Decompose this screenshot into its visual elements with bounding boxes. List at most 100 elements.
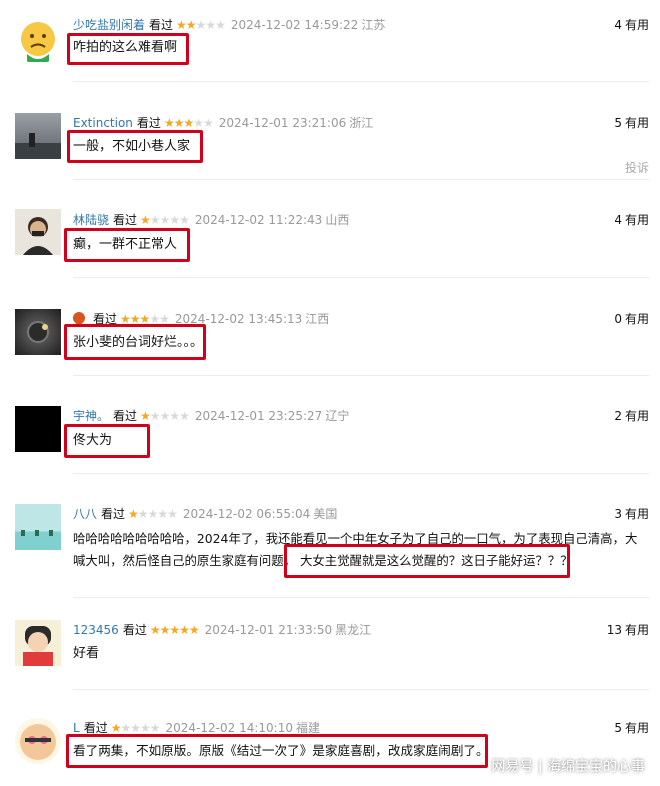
rating-stars: ★★★★★ (140, 213, 190, 227)
star-filled-icon: ★ (163, 116, 175, 130)
watched-label: 看过 (113, 213, 138, 227)
star-filled-icon: ★ (149, 623, 161, 637)
useful-count: 5 (614, 721, 622, 735)
cartoon-avatar-icon (20, 724, 56, 760)
comment-time: 2024-12-02 14:10:10 (165, 721, 293, 735)
comment-meta: 宇神。 看过 ★★★★★ 2024-12-01 23:25:27 辽宁 (73, 408, 349, 424)
username-link[interactable]: 林陆骁 (73, 213, 109, 227)
useful-count: 5 (614, 116, 622, 130)
username-link[interactable]: 少吃盐别闲着 (73, 18, 145, 32)
comment-item: 宇神。 看过 ★★★★★ 2024-12-01 23:25:27 辽宁 2 有用 佟大为 (0, 376, 660, 474)
rating-stars: ★★★★★ (140, 409, 190, 423)
useful-vote[interactable]: 2 有用 (614, 408, 649, 424)
dark-photo-avatar-icon (27, 321, 49, 343)
useful-vote[interactable]: 4 有用 (614, 212, 649, 228)
highlight-box (284, 544, 570, 578)
person-avatar-icon (23, 217, 53, 255)
star-empty-icon: ★ (130, 721, 141, 735)
comment-location: 辽宁 (325, 409, 350, 423)
comment-time: 2024-12-02 14:59:22 (230, 18, 359, 32)
comment-content: 好看 (73, 646, 100, 661)
comment-meta: 林陆骁 看过 ★★★★★ 2024-12-02 11:22:43 山西 (73, 212, 349, 228)
comment-location: 黑龙江 (335, 623, 372, 637)
useful-label: 有用 (624, 721, 649, 735)
comment-item: 看过 ★★★★★ 2024-12-02 13:45:13 江西 0 有用 张小斐的台词好… (0, 278, 660, 376)
star-filled-icon: ★ (185, 18, 197, 32)
username-link[interactable]: Extinction (73, 116, 133, 130)
useful-count: 13 (606, 623, 622, 637)
comment-meta: 少吃盐别闲着 看过 ★★★★★ 2024-12-02 14:59:22 江苏 (73, 17, 385, 33)
star-empty-icon: ★ (159, 409, 171, 423)
rating-stars: ★★★★★ (176, 18, 226, 32)
comment-item: 123456 看过 ★★★★★ 2024-12-01 21:33:50 黑龙江 13 有用… (0, 598, 660, 690)
useful-vote[interactable]: 4 有用 (614, 17, 649, 33)
comment-meta: Extinction 看过 ★★★★★ 2024-12-01 23:21:06 浙江 (73, 115, 373, 131)
highlight-box (64, 324, 206, 360)
emoji-avatar-icon (21, 22, 55, 62)
star-filled-icon: ★ (179, 623, 190, 637)
username-link[interactable]: 八八 (73, 507, 97, 521)
star-empty-icon: ★ (179, 409, 190, 423)
comment-location: 江西 (305, 312, 330, 326)
comment-time: 2024-12-02 06:55:04 (182, 507, 311, 521)
comment-item: 林陆骁 看过 ★★★★★ 2024-12-02 11:22:43 山西 4 有用 癫，一群… (0, 180, 660, 278)
star-empty-icon: ★ (157, 507, 168, 521)
avatar[interactable] (15, 504, 61, 550)
comment-location: 福建 (295, 721, 320, 735)
star-filled-icon: ★ (159, 623, 171, 637)
avatar[interactable] (15, 209, 61, 255)
star-filled-icon: ★ (140, 213, 151, 227)
watched-label: 看过 (101, 507, 126, 521)
highlight-box (64, 228, 190, 262)
useful-label: 有用 (624, 18, 649, 32)
username-link[interactable]: 宇神。 (73, 409, 109, 423)
star-empty-icon: ★ (120, 721, 131, 735)
star-empty-icon: ★ (195, 18, 207, 32)
comment-location: 美国 (313, 507, 338, 521)
comment-location: 山西 (325, 213, 350, 227)
report-button[interactable]: 投诉 (625, 159, 649, 176)
star-filled-icon: ★ (188, 623, 200, 637)
star-empty-icon: ★ (179, 213, 190, 227)
avatar[interactable] (15, 620, 61, 666)
star-empty-icon: ★ (159, 213, 171, 227)
useful-vote[interactable]: 0 有用 (614, 311, 649, 327)
useful-vote[interactable]: 3 有用 (614, 506, 649, 522)
star-empty-icon: ★ (149, 721, 161, 735)
useful-vote[interactable]: 5 有用 (614, 115, 649, 131)
star-empty-icon: ★ (169, 213, 180, 227)
avatar[interactable] (15, 406, 61, 452)
useful-label: 有用 (624, 507, 649, 521)
rating-stars: ★★★★★ (149, 623, 200, 637)
avatar[interactable] (15, 309, 61, 355)
star-filled-icon: ★ (173, 116, 185, 130)
username-link[interactable]: 123456 (73, 623, 119, 637)
star-empty-icon: ★ (203, 116, 214, 130)
star-empty-icon: ★ (215, 18, 226, 32)
watched-label: 看过 (149, 18, 174, 32)
comment-time: 2024-12-01 23:21:06 (218, 116, 347, 130)
highlight-box (67, 33, 189, 65)
star-filled-icon: ★ (169, 623, 180, 637)
rating-stars: ★★★★★ (163, 116, 214, 130)
pixel-scene-avatar-icon (21, 530, 53, 536)
comment-location: 浙江 (349, 116, 374, 130)
useful-label: 有用 (624, 312, 649, 326)
star-filled-icon: ★ (183, 116, 194, 130)
star-empty-icon: ★ (147, 507, 159, 521)
username-link[interactable]: L (73, 721, 80, 735)
comment-time: 2024-12-01 23:25:27 (194, 409, 323, 423)
watched-label: 看过 (113, 409, 138, 423)
useful-vote[interactable]: 13 有用 (607, 622, 649, 638)
comment-text-part: 喊大叫，然后怪自己的原生家庭有问题， (73, 553, 297, 568)
star-empty-icon: ★ (137, 507, 149, 521)
avatar[interactable] (15, 718, 61, 764)
avatar[interactable] (15, 18, 61, 64)
star-empty-icon: ★ (167, 507, 178, 521)
star-empty-icon: ★ (205, 18, 216, 32)
rating-stars: ★★★★★ (128, 507, 178, 521)
useful-count: 4 (614, 18, 622, 32)
avatar[interactable] (15, 113, 61, 159)
useful-vote[interactable]: 5 有用 (614, 720, 649, 736)
comment-meta: 八八 看过 ★★★★★ 2024-12-02 06:55:04 美国 (73, 506, 337, 522)
